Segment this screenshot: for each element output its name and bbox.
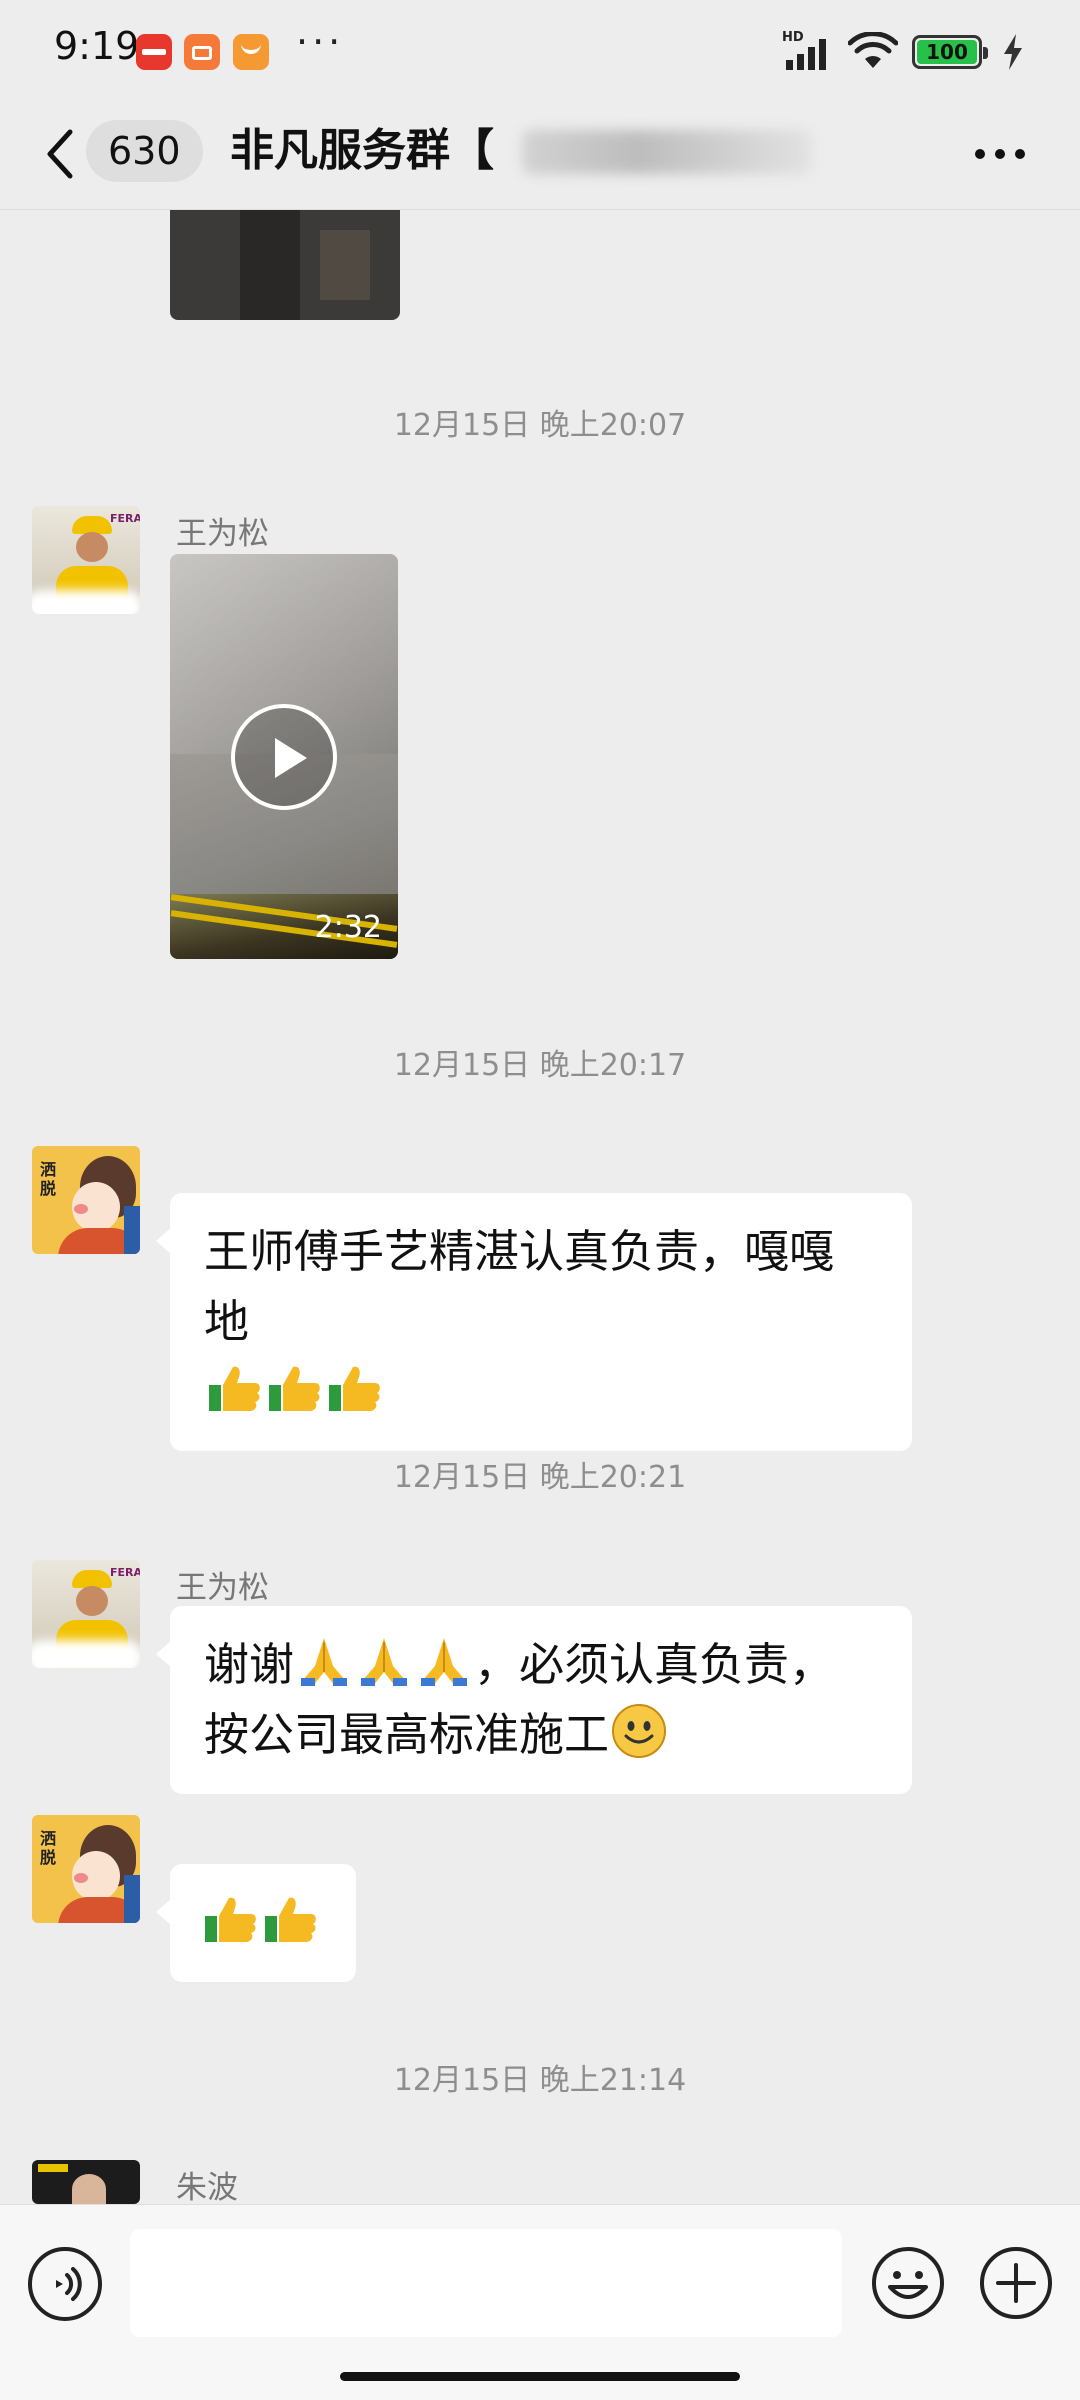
message-bubble[interactable]: 王师傅手艺精湛认真负责，嘎嘎地 <box>156 1193 912 1451</box>
more-notifications-icon: ··· <box>296 20 345 64</box>
video-thumbnail-previous[interactable] <box>170 210 400 320</box>
message-input[interactable] <box>130 2229 842 2337</box>
home-indicator[interactable] <box>340 2372 740 2381</box>
pray-hands-icon <box>301 1638 348 1686</box>
thumbs-up-icon <box>269 1366 320 1411</box>
smile-icon <box>612 1704 667 1758</box>
message-text: 谢谢 <box>204 1638 295 1691</box>
avatar[interactable]: FERAN <box>32 1560 140 1668</box>
signal-icon: HD <box>782 30 834 72</box>
title-redacted <box>522 130 812 174</box>
shop-app-icon <box>184 34 220 70</box>
chat-title[interactable]: 非凡服务群【 <box>230 116 494 186</box>
thumbs-up-icon <box>205 1897 256 1942</box>
avatar[interactable]: 洒脱 <box>32 1815 140 1923</box>
timestamp: 12月15日 晚上21:14 <box>393 2063 687 2098</box>
smile-app-icon <box>233 34 269 70</box>
message-text: 王师傅手艺精湛认真负责，嘎嘎地 <box>204 1225 835 1348</box>
status-time: 9:19 <box>54 24 140 68</box>
chat-screen: 9:19 ··· HD 100 630 非凡服务群【 12月15日 晚上20:0… <box>0 0 1080 2400</box>
timestamp: 12月15日 晚上20:07 <box>393 408 687 443</box>
chat-header: 630 非凡服务群【 <box>0 100 1080 210</box>
timestamp: 12月15日 晚上20:21 <box>393 1460 687 1495</box>
sender-name: 王为松 <box>176 516 269 552</box>
sender-name: 王为松 <box>176 1570 269 1606</box>
video-message[interactable]: 2:32 <box>170 554 398 959</box>
play-icon[interactable] <box>231 704 337 810</box>
avatar[interactable]: 洒脱 <box>32 1146 140 1254</box>
pray-hands-icon <box>421 1638 468 1686</box>
voice-icon[interactable] <box>28 2247 102 2321</box>
emoji-icon[interactable] <box>870 2245 946 2321</box>
avatar-label: 洒脱 <box>40 1829 57 1867</box>
avatar-label: 洒脱 <box>40 1160 57 1198</box>
message-bubble[interactable]: 谢谢 ，必须认真负责，按公司最高标准施工 <box>156 1606 912 1794</box>
video-duration: 2:32 <box>314 910 382 945</box>
wifi-icon <box>848 32 898 68</box>
input-bar <box>0 2204 1080 2400</box>
charging-icon <box>1004 34 1022 70</box>
timestamp: 12月15日 晚上20:17 <box>393 1048 687 1083</box>
thumbs-up-icon <box>265 1897 316 1942</box>
thumbs-up-icon <box>329 1366 380 1411</box>
status-bar: 9:19 ··· HD 100 <box>0 0 1080 100</box>
message-bubble[interactable] <box>156 1864 356 1982</box>
avatar[interactable]: FERAN <box>32 506 140 614</box>
avatar[interactable] <box>32 2160 140 2204</box>
status-icons: HD 100 <box>782 30 1024 72</box>
more-dots-icon[interactable] <box>970 134 1030 174</box>
back-arrow-icon[interactable] <box>40 124 80 184</box>
unread-count-badge[interactable]: 630 <box>86 120 203 182</box>
battery-icon: 100 <box>912 35 988 69</box>
thumbs-up-icon <box>209 1366 260 1411</box>
plus-icon[interactable] <box>978 2245 1054 2321</box>
sender-name: 朱波 <box>176 2170 238 2206</box>
pray-hands-icon <box>361 1638 408 1686</box>
kandian-app-icon <box>136 34 172 70</box>
